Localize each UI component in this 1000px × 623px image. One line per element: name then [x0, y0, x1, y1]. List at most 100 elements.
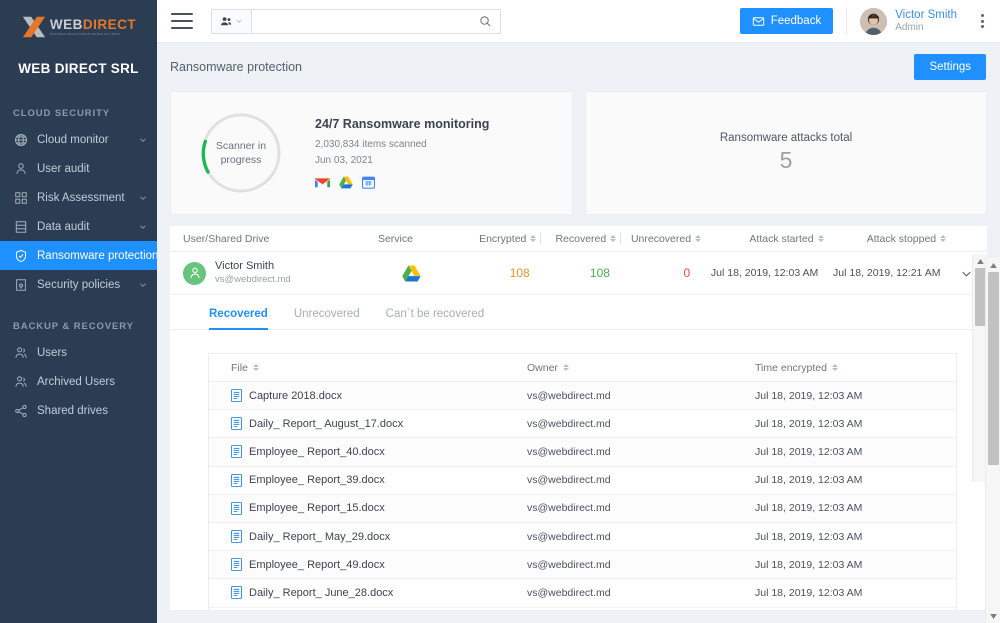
file-row[interactable]: Employee_ Report_39.docx vs@webdirect.md J…: [209, 467, 956, 495]
column-header-unrecovered[interactable]: Unrecovered: [621, 232, 702, 245]
donut-label-line2: progress: [220, 154, 262, 166]
sidebar-item-data-audit[interactable]: Data audit: [0, 212, 157, 241]
sidebar-item-label: Data audit: [37, 220, 90, 233]
file-row[interactable]: Capture 2018.docx vs@webdirect.md Jul 18, …: [209, 382, 956, 411]
row-user-email: vs@webdirect.md: [215, 274, 291, 286]
avatar[interactable]: [860, 7, 888, 35]
attacks-total-count: 5: [779, 147, 793, 173]
sort-icon[interactable]: [562, 364, 569, 371]
top-bar: Feedback Victor Smith Admin: [157, 0, 1000, 43]
column-header-attack-stopped[interactable]: Attack stopped: [824, 233, 947, 245]
file-owner: vs@webdirect.md: [527, 586, 611, 599]
file-name-label: Employee_ Report_39.docx: [249, 474, 385, 487]
policy-icon: [13, 277, 28, 292]
recovered-files-section: File Owner Time encrypted Capture 2018.d…: [170, 254, 987, 610]
sidebar-item-ransomware-protection[interactable]: Ransomware protection: [0, 241, 157, 270]
file-row[interactable]: Employee_ Report_49.docx vs@webdirect.md J…: [209, 551, 956, 580]
file-row[interactable]: Daily_ Report_ August_17.docx vs@webdirec…: [209, 410, 956, 439]
row-encrypted-count: 108: [509, 266, 530, 280]
sidebar-item-label: Shared drives: [37, 404, 108, 417]
archived-users-icon: [13, 374, 28, 389]
brand-logo[interactable]: WEBDIRECT BUSINESS RELATIONSHIP BASED ON…: [0, 0, 157, 45]
tab-recovered[interactable]: Recovered: [209, 295, 268, 330]
person-icon: [13, 161, 28, 176]
column-label: Attack started: [749, 232, 814, 245]
file-name-label: Daily_ Report_ August_17.docx: [249, 417, 404, 430]
sidebar-item-user-audit[interactable]: User audit: [0, 154, 157, 183]
scanner-items-scanned: 2,030,834 items scanned: [315, 139, 427, 150]
sidebar-item-label: Ransomware protection: [37, 249, 157, 262]
column-label: Time encrypted: [755, 361, 827, 374]
column-header-attack-started[interactable]: Attack started: [701, 233, 824, 245]
column-header-user-shared-drive: User/Shared Drive: [183, 233, 378, 245]
user-info[interactable]: Victor Smith Admin: [895, 8, 957, 35]
file-name-label: Daily_ Report_ May_29.docx: [249, 530, 391, 543]
tab-unrecovered[interactable]: Unrecovered: [294, 295, 360, 330]
sidebar-item-users[interactable]: Users: [0, 338, 157, 367]
file-row[interactable]: Employee_ Report_15.docx vs@webdirect.md J…: [209, 494, 956, 523]
sort-icon[interactable]: [252, 364, 259, 371]
hamburger-menu-icon[interactable]: [171, 13, 193, 29]
scroll-up-arrow-icon[interactable]: [986, 258, 1000, 272]
mail-icon: [752, 16, 764, 26]
docx-file-icon: [231, 586, 242, 600]
feedback-button[interactable]: Feedback: [739, 8, 834, 34]
sort-icon[interactable]: [530, 235, 537, 242]
table-row[interactable]: Victor Smith vs@webdirect.md 108 108 0 J…: [170, 252, 987, 295]
file-row[interactable]: Employee_ Report_40.docx vs@webdirect.md J…: [209, 438, 956, 467]
file-name-label: Capture 2018.docx: [249, 389, 342, 402]
sidebar-item-label: Archived Users: [37, 375, 115, 388]
more-options-icon[interactable]: [975, 10, 990, 32]
feedback-button-label: Feedback: [770, 15, 822, 27]
column-label: Attack stopped: [866, 232, 937, 245]
sidebar-item-cloud-monitor[interactable]: Cloud monitor: [0, 125, 157, 154]
scroll-down-arrow-icon[interactable]: [986, 609, 1000, 623]
donut-center-label: Scanner in progress: [199, 111, 283, 195]
search-scope-dropdown[interactable]: [211, 8, 251, 34]
column-label: Unrecovered: [630, 232, 692, 245]
search-icon[interactable]: [479, 15, 492, 28]
content-area: Scanner in progress 24/7 Ransomware moni…: [157, 91, 1000, 610]
file-row[interactable]: Daily_ Report_ June_28.docx vs@webdirect.…: [209, 579, 956, 608]
people-icon: [221, 16, 232, 25]
file-time-encrypted: Jul 18, 2019, 12:03 AM: [755, 445, 863, 458]
column-label: Owner: [527, 361, 558, 374]
users-icon: [13, 345, 28, 360]
column-header-file[interactable]: File: [209, 362, 527, 374]
logo-x-icon: [22, 16, 46, 38]
page-scrollbar[interactable]: [985, 258, 1000, 623]
file-name-label: Employee_ Report_49.docx: [249, 558, 385, 571]
gmail-icon: [315, 177, 330, 187]
settings-button[interactable]: Settings: [914, 54, 986, 80]
sidebar-item-risk-assessment[interactable]: Risk Assessment: [0, 183, 157, 212]
column-header-recovered[interactable]: Recovered: [541, 233, 622, 245]
tab-cant-be-recovered[interactable]: Can`t be recovered: [386, 295, 484, 330]
file-time-encrypted: Jul 18, 2019, 12:03 AM: [755, 389, 863, 402]
column-header-encrypted[interactable]: Encrypted: [462, 233, 542, 245]
file-name-label: Employee_ Report_15.docx: [249, 502, 385, 515]
file-name-label: Daily_ Report_ June_28.docx: [249, 586, 394, 599]
docx-file-icon: [231, 558, 242, 572]
column-label: Encrypted: [479, 232, 527, 245]
row-attack-stopped: Jul 18, 2019, 12:21 AM: [833, 267, 941, 279]
sort-icon[interactable]: [940, 235, 947, 242]
page-scroll-thumb[interactable]: [988, 272, 999, 465]
files-table-header: File Owner Time encrypted: [209, 354, 956, 382]
nav-section-title-backup-recovery: BACKUP & RECOVERY: [13, 321, 134, 332]
sidebar-item-security-policies[interactable]: Security policies: [0, 270, 157, 299]
sidebar-item-shared-drives[interactable]: Shared drives: [0, 396, 157, 425]
column-header-owner[interactable]: Owner: [527, 362, 745, 374]
search-input[interactable]: [258, 15, 479, 27]
google-drive-icon: [401, 265, 421, 281]
sidebar-item-archived-users[interactable]: Archived Users: [0, 367, 157, 396]
column-label: File: [231, 361, 248, 374]
sort-icon[interactable]: [831, 364, 838, 371]
grid-icon: [13, 190, 28, 205]
sidebar-item-label: User audit: [37, 162, 90, 175]
scanner-date: Jun 03, 2021: [315, 154, 373, 166]
avatar-image: [860, 7, 888, 35]
sort-icon[interactable]: [610, 235, 617, 242]
column-header-time-encrypted[interactable]: Time encrypted: [745, 362, 956, 374]
file-row[interactable]: Daily_ Report_ May_29.docx vs@webdirect.m…: [209, 523, 956, 552]
docx-file-icon: [231, 389, 242, 403]
